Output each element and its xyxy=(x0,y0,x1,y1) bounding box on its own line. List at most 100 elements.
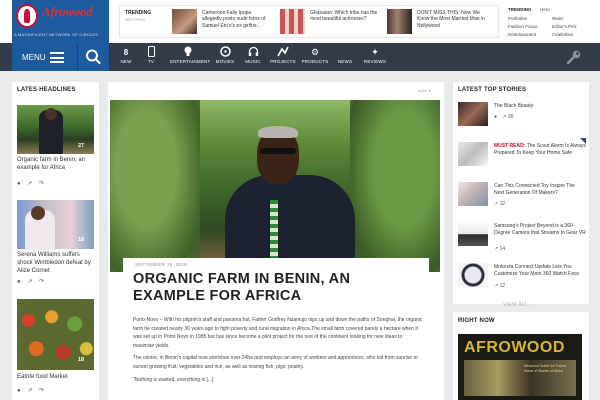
article-hero-image[interactable] xyxy=(110,100,440,272)
view-all-link[interactable]: VIEW ALL → xyxy=(503,302,535,308)
article-date: SEPTEMBER 25, 2015 xyxy=(135,262,187,267)
tag-link[interactable]: News xyxy=(552,16,563,21)
bulb-icon[interactable]: ● xyxy=(17,388,21,394)
nav-item-entertainment[interactable]: ENTERTAINMENT xyxy=(170,46,210,70)
tv-icon xyxy=(133,46,169,59)
share-icon[interactable]: ↷ xyxy=(39,279,44,285)
trending-item-title[interactable]: Cameroon:Fally Ipupa allegedly posts nud… xyxy=(202,10,272,29)
story-meta: ↗ 14 xyxy=(494,246,505,252)
tag-link[interactable]: Hero xyxy=(540,7,550,12)
story-item[interactable]: MUST READ: The Scout Alarm Is Always Pre… xyxy=(458,138,586,170)
view-count: 14 xyxy=(499,246,506,252)
headline-title[interactable]: Serena Williams suffers shock Wimbledon … xyxy=(17,252,97,275)
section-title: RIGHT NOW xyxy=(458,318,495,324)
trending-thumbnail[interactable] xyxy=(280,9,305,34)
featured-corner-icon xyxy=(580,138,586,144)
tag-link[interactable]: Fashion Focus xyxy=(508,24,538,29)
latest-top-stories: LATEST TOP STORIES The Black Beauty ● ↗ … xyxy=(453,82,589,308)
afrowood-ad[interactable]: AFROWOOD Afrowood Guide the Future Home … xyxy=(458,334,582,400)
view-count: 26 xyxy=(508,114,514,120)
story-title[interactable]: MUST READ: The Scout Alarm Is Always Pre… xyxy=(494,143,586,156)
article-card: SEPTEMBER 25, 2015 ORGANIC FARM IN BENIN… xyxy=(123,258,429,400)
headline-actions: ● ↗ ↷ xyxy=(17,180,44,187)
star-icon: ✦ xyxy=(371,47,379,57)
story-title[interactable]: Can This Connected Toy Inspire The Next … xyxy=(494,183,586,196)
view-count: 12 xyxy=(499,201,506,207)
article-paragraph: "Nothing is wasted, everything is [...] xyxy=(133,377,214,383)
wrench-icon[interactable] xyxy=(566,49,582,65)
bulb-icon[interactable]: ● xyxy=(17,279,21,285)
story-item[interactable]: Samsung's Project Beyond is a 360-Degree… xyxy=(458,222,586,252)
bulb-icon: ● xyxy=(494,114,498,120)
must-read-label: MUST READ: xyxy=(494,143,526,149)
nav-item-projects[interactable]: PROJECTS xyxy=(265,46,301,70)
story-thumbnail[interactable] xyxy=(458,222,488,246)
nav-item-tv[interactable]: TV xyxy=(133,46,169,70)
hamburger-icon xyxy=(50,52,64,63)
headline-actions: ● ↗ ↷ xyxy=(17,387,44,394)
trending-tags: TRENDING Hero Portholes News Fashion Foc… xyxy=(508,5,592,38)
nav-item-reviews[interactable]: ✦ REVIEWS xyxy=(357,46,393,70)
menu-button[interactable]: MENU xyxy=(12,43,77,71)
story-meta: ↗ 12 xyxy=(494,283,505,289)
section-title: LATEST TOP STORIES xyxy=(458,87,527,93)
trend-icon: ↗ xyxy=(494,201,499,207)
projects-icon xyxy=(265,46,301,59)
headline-thumbnail[interactable]: 27 xyxy=(17,105,94,154)
story-thumbnail[interactable] xyxy=(458,142,488,166)
options-dropdown[interactable]: more ▾ xyxy=(418,88,430,93)
view-count: 12 xyxy=(499,283,506,289)
search-icon xyxy=(86,49,101,65)
latest-headlines-sidebar: LATES HEADLINES 27 Organic farm in Benin… xyxy=(12,82,99,400)
headline-thumbnail[interactable]: 18 xyxy=(17,299,94,370)
story-meta: ● ↗ 26 xyxy=(494,114,514,120)
headline-title[interactable]: Eatrite food Market xyxy=(17,374,97,382)
headline-thumbnail[interactable]: 18 xyxy=(17,200,94,250)
story-title[interactable]: Motorola Connect Update Lets You Customi… xyxy=(494,264,586,277)
trend-icon[interactable]: ↗ xyxy=(27,181,32,187)
trend-icon[interactable]: ↗ xyxy=(27,388,32,394)
story-title[interactable]: The Black Beauty xyxy=(494,103,586,110)
trending-next-read[interactable]: NEXT READ xyxy=(125,18,145,22)
trending-item-title[interactable]: Ghanaian: Which tribe has the most beaut… xyxy=(310,10,380,23)
share-icon[interactable]: ↷ xyxy=(39,388,44,394)
headline-actions: ● ↗ ↷ xyxy=(17,278,44,285)
bulb-icon[interactable]: ● xyxy=(17,181,21,187)
trend-icon: ↗ xyxy=(494,283,499,289)
trending-item-title[interactable]: DON'T MISS THIS: Now We Know the Most Ma… xyxy=(417,10,487,29)
view-count-badge: 18 xyxy=(78,237,85,243)
trending-ticker: TRENDING NEXT READ Cameroon:Fally Ipupa … xyxy=(119,5,499,38)
site-logo[interactable]: Afrowood A MAGNIFICENT NETWORK OF CIRCLE… xyxy=(12,0,109,43)
story-thumbnail[interactable] xyxy=(458,102,488,126)
logo-text: Afrowood xyxy=(42,4,93,19)
story-meta: ↗ 12 xyxy=(494,201,505,207)
trend-icon[interactable]: ↗ xyxy=(27,279,32,285)
story-item[interactable]: Motorola Connect Update Lets You Customi… xyxy=(458,263,586,291)
article-title[interactable]: ORGANIC FARM IN BENIN, AN EXAMPLE FOR AF… xyxy=(133,271,423,305)
search-button[interactable] xyxy=(78,43,109,71)
story-title[interactable]: Samsung's Project Beyond is a 360-Degree… xyxy=(494,223,586,236)
featured-article: more ▾ SEPTEMBER 25, 2015 ORGANIC FARM I… xyxy=(108,82,444,400)
story-item[interactable]: Can This Connected Toy Inspire The Next … xyxy=(458,182,586,210)
logo-emblem-icon xyxy=(16,4,38,28)
trending-thumbnail[interactable] xyxy=(387,9,412,34)
tag-link[interactable]: Celebrities xyxy=(552,32,573,37)
top-header: Afrowood A MAGNIFICENT NETWORK OF CIRCLE… xyxy=(0,0,600,43)
trend-icon: ↗ xyxy=(502,114,507,120)
bulb-icon xyxy=(170,46,206,59)
right-now-widget: RIGHT NOW AFROWOOD Afrowood Guide the Fu… xyxy=(453,312,589,400)
tag-link[interactable]: Editor's Pick xyxy=(552,24,577,29)
trending-thumbnail[interactable] xyxy=(172,9,197,34)
share-icon[interactable]: ↷ xyxy=(39,181,44,187)
trending-tags-label: TRENDING xyxy=(508,7,532,12)
tag-link[interactable]: Entertainment xyxy=(508,32,536,37)
story-thumbnail[interactable] xyxy=(458,182,488,206)
headline-title[interactable]: Organic farm in Benin, an example for Af… xyxy=(17,157,97,173)
section-title: LATES HEADLINES xyxy=(17,87,76,93)
view-count-badge: 27 xyxy=(78,143,85,149)
article-paragraph: Porto-Novo – With his pilgrim's staff an… xyxy=(133,317,423,349)
story-item[interactable]: The Black Beauty ● ↗ 26 xyxy=(458,102,586,130)
tag-link[interactable]: Portholes xyxy=(508,16,527,21)
story-thumbnail[interactable] xyxy=(458,263,488,287)
logo-tagline: A MAGNIFICENT NETWORK OF CIRCLES xyxy=(14,32,99,37)
